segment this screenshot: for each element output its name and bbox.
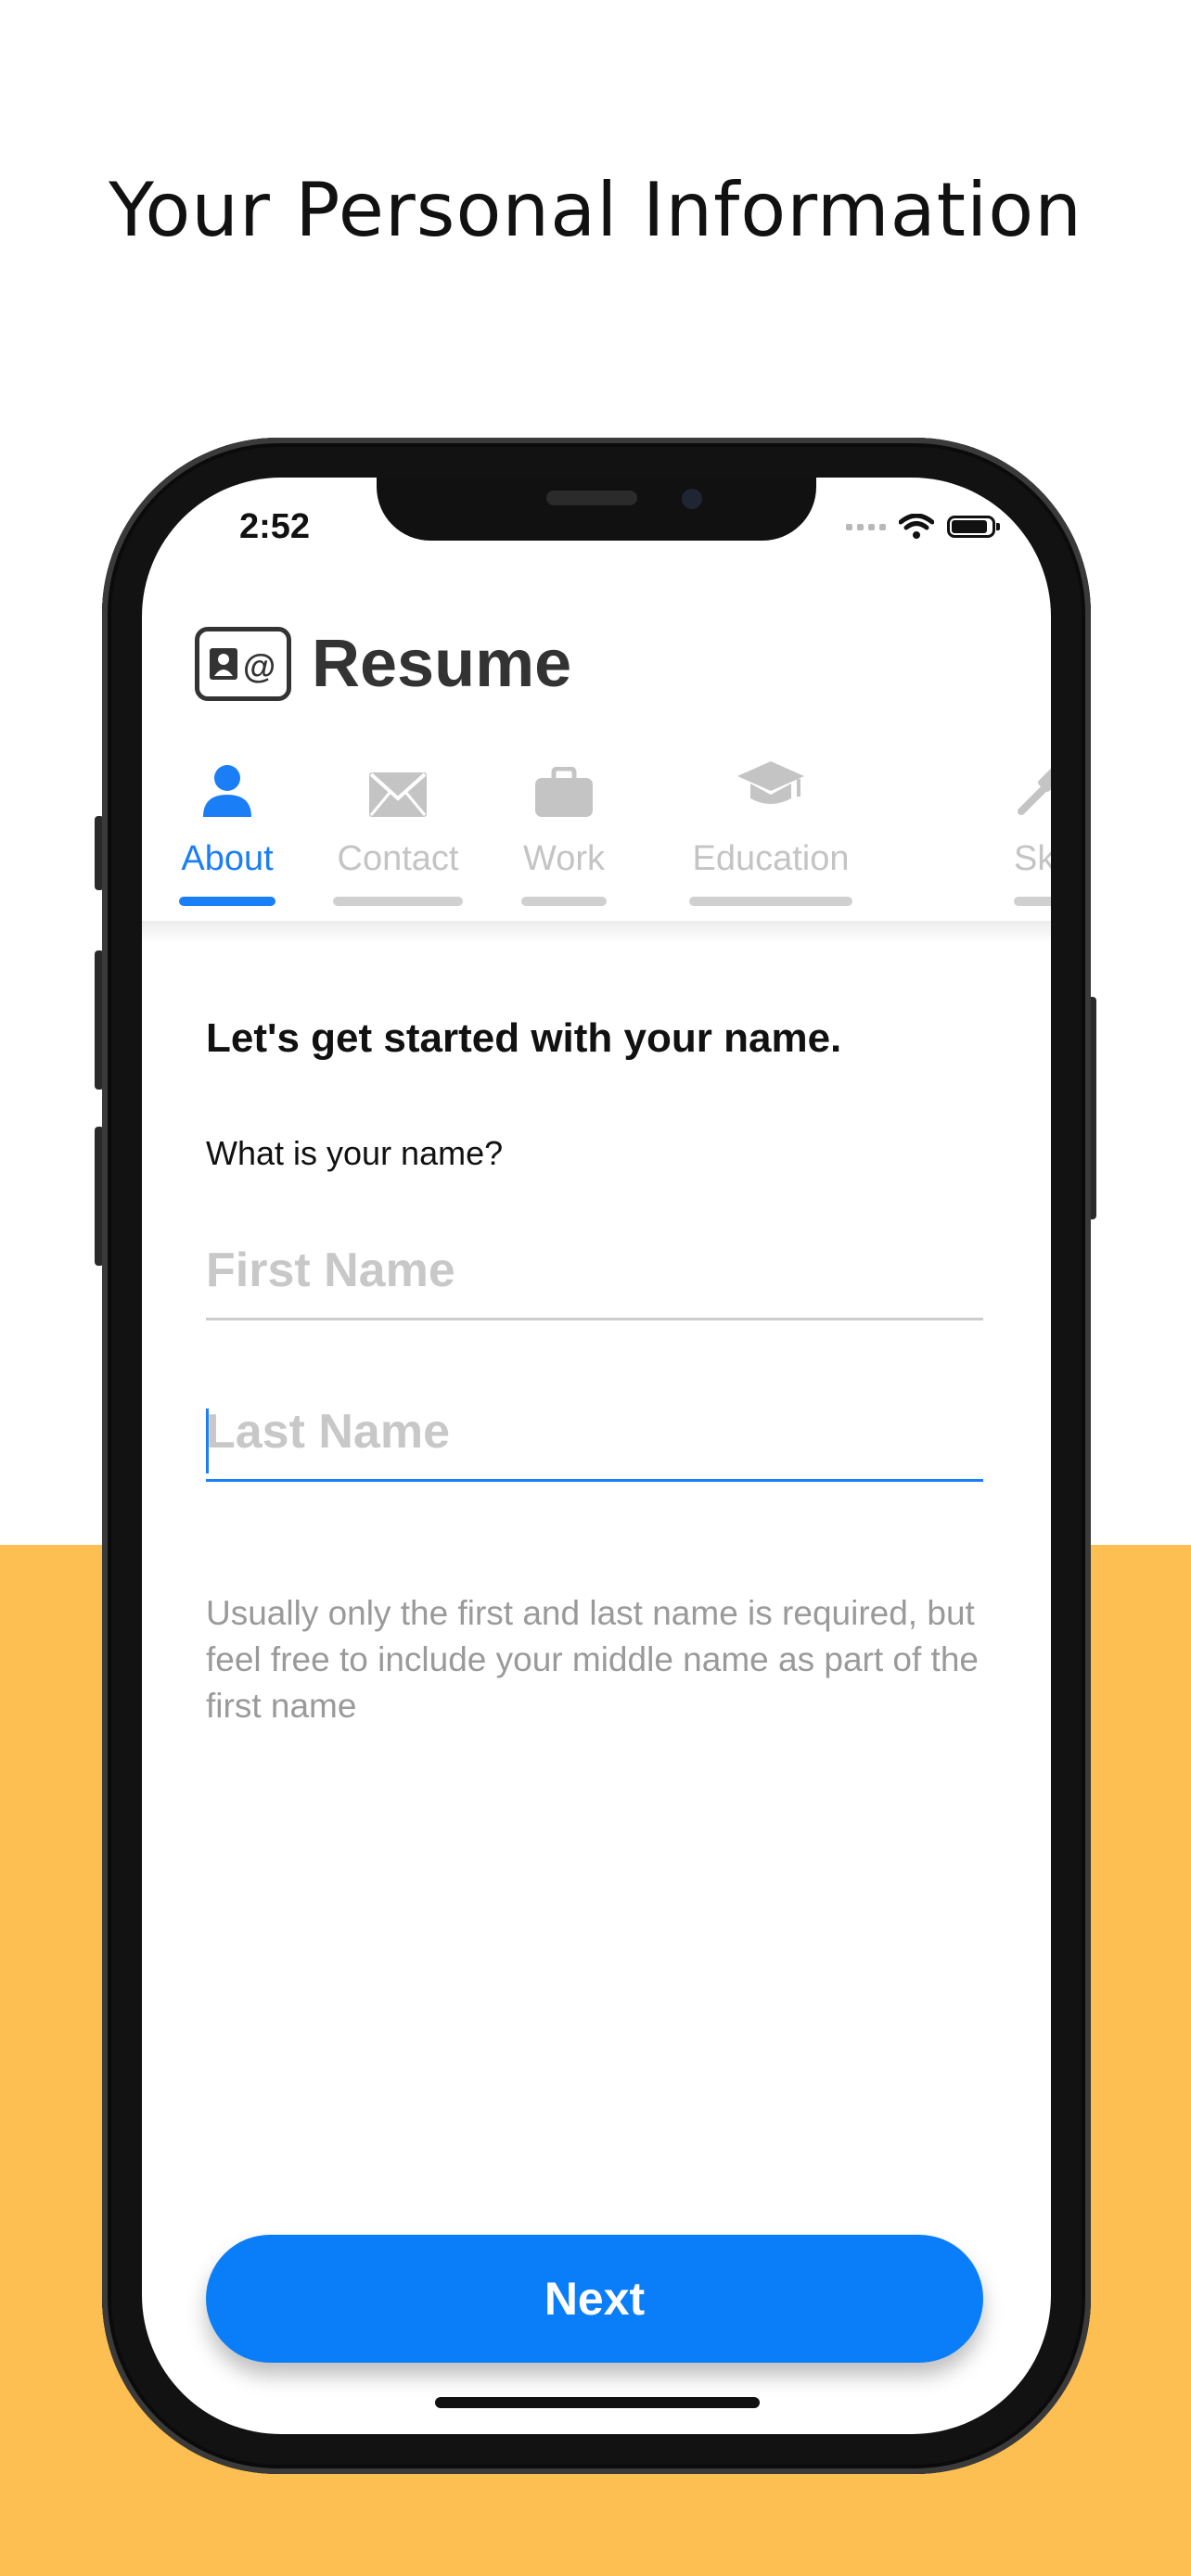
svg-text:@: @ — [243, 647, 275, 685]
tab-label: Contact — [337, 839, 459, 878]
graduation-cap-icon — [734, 756, 808, 819]
app-title: Resume — [312, 627, 572, 701]
first-name-field[interactable] — [206, 1238, 983, 1320]
hammer-icon — [1014, 756, 1051, 819]
tab-contact[interactable]: Contact — [333, 756, 463, 923]
tab-bar-shadow — [142, 921, 1051, 943]
status-time: 2:52 — [239, 507, 311, 546]
form-question: What is your name? — [206, 1134, 504, 1172]
tab-education[interactable]: Education — [689, 756, 852, 923]
next-button[interactable]: Next — [206, 2235, 983, 2363]
app-header: @ Resume — [195, 626, 571, 702]
last-name-input[interactable] — [206, 1399, 983, 1464]
last-name-underline — [206, 1479, 983, 1482]
tab-indicator — [1014, 897, 1051, 906]
front-camera — [682, 489, 702, 509]
speaker-grille — [546, 491, 637, 505]
page-headline: Your Personal Information — [109, 167, 1082, 253]
tab-label: Sk — [1014, 839, 1051, 878]
tab-about[interactable]: About — [179, 756, 275, 923]
home-indicator — [435, 2397, 760, 2408]
last-name-field[interactable] — [206, 1399, 983, 1482]
notch — [377, 478, 816, 541]
phone-screen: 2:52 @ Resume About Contact Work Educati… — [142, 478, 1051, 2434]
wifi-icon — [899, 514, 934, 539]
form-hint: Usually only the first and last name is … — [206, 1594, 979, 1725]
tab-indicator — [689, 897, 852, 906]
tab-bar: About Contact Work Education Sk — [142, 756, 1051, 923]
status-icons — [846, 513, 1000, 541]
tab-work[interactable]: Work — [521, 756, 607, 923]
tab-label: Education — [692, 839, 850, 878]
person-icon — [190, 756, 264, 819]
envelope-icon — [361, 756, 435, 819]
tab-label: About — [181, 839, 274, 878]
battery-icon — [947, 516, 1000, 538]
tab-indicator — [333, 897, 463, 906]
briefcase-icon — [527, 756, 601, 819]
cellular-signal-icon — [846, 523, 886, 530]
tab-indicator — [521, 897, 607, 906]
phone-frame: 2:52 @ Resume About Contact Work Educati… — [102, 438, 1091, 2474]
tab-indicator — [179, 897, 275, 906]
tab-label: Work — [523, 839, 605, 878]
first-name-underline — [206, 1318, 983, 1320]
first-name-input[interactable] — [206, 1238, 983, 1303]
text-cursor — [206, 1409, 209, 1473]
tab-skills[interactable]: Sk — [1014, 756, 1051, 923]
resume-logo-icon: @ — [195, 627, 291, 701]
form-prompt: Let's get started with your name. — [206, 1015, 842, 1061]
